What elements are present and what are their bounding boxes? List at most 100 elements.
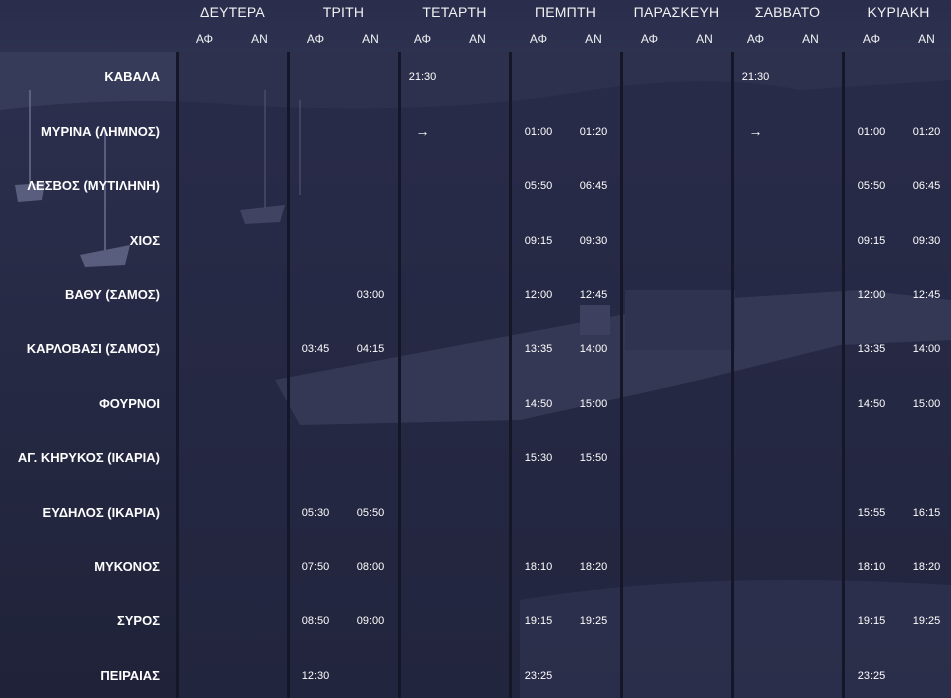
column-separator — [287, 52, 290, 698]
column-day-7 — [845, 52, 951, 698]
arrival-time: 05:50 — [356, 507, 385, 519]
ferry-timetable: ΔΕΥΤΕΡΑ ΤΡΙΤΗ ΤΕΤΑΡΤΗ ΠΕΜΠΤΗ ΠΑΡΑΣΚΕΥΗ Σ… — [0, 0, 951, 698]
departure-time: 12:00 — [857, 289, 886, 301]
departure-time: 07:50 — [301, 561, 330, 573]
departure-time: 14:50 — [857, 398, 886, 410]
departure-time: 14:50 — [524, 398, 553, 410]
departure-header: ΑΦ — [195, 32, 214, 46]
port-name: ΠΕΙΡΑΙΑΣ — [100, 668, 160, 683]
day-header-monday: ΔΕΥΤΕΡΑ — [200, 4, 265, 20]
port-name: ΚΑΒΑΛΑ — [104, 69, 160, 84]
arrival-header: ΑΝ — [696, 32, 713, 46]
arrival-time: 15:00 — [579, 398, 608, 410]
departure-time: 18:10 — [857, 561, 886, 573]
continues-arrow: → — [415, 123, 430, 139]
arrival-time: 06:45 — [912, 180, 941, 192]
arrival-time: 06:45 — [579, 180, 608, 192]
departure-time: 19:15 — [857, 615, 886, 627]
arrival-time: 15:00 — [912, 398, 941, 410]
departure-time: 08:50 — [301, 615, 330, 627]
departure-header: ΑΦ — [640, 32, 659, 46]
departure-time: 05:30 — [301, 507, 330, 519]
arrival-time: 14:00 — [579, 343, 608, 355]
port-name: ΕΥΔΗΛΟΣ (ΙΚΑΡΙΑ) — [42, 505, 160, 520]
departure-time: 01:00 — [524, 126, 553, 138]
arrival-header: ΑΝ — [585, 32, 602, 46]
arrival-time: 19:25 — [579, 615, 608, 627]
column-day-3 — [401, 52, 512, 698]
arrival-time: 03:00 — [356, 289, 385, 301]
arrival-time: 08:00 — [356, 561, 385, 573]
arrival-time: 12:45 — [912, 289, 941, 301]
port-name: ΦΟΥΡΝΟΙ — [99, 396, 160, 411]
arrival-header: ΑΝ — [918, 32, 935, 46]
departure-time: 05:50 — [857, 180, 886, 192]
departure-time: 18:10 — [524, 561, 553, 573]
departure-time: 23:25 — [524, 670, 553, 682]
arrival-header: ΑΝ — [362, 32, 379, 46]
arrival-time: 01:20 — [912, 126, 941, 138]
departure-time: 21:30 — [408, 71, 437, 83]
continues-arrow: → — [748, 123, 763, 139]
port-name: ΣΥΡΟΣ — [116, 613, 160, 628]
departure-time: 23:25 — [857, 670, 886, 682]
column-separator — [176, 52, 179, 698]
arrival-time: 09:00 — [356, 615, 385, 627]
day-header-friday: ΠΑΡΑΣΚΕΥΗ — [633, 4, 720, 20]
departure-header: ΑΦ — [413, 32, 432, 46]
departure-time: 12:00 — [524, 289, 553, 301]
port-name: ΜΥΡΙΝΑ (ΛΗΜΝΟΣ) — [40, 124, 160, 139]
column-day-1 — [179, 52, 290, 698]
departure-header: ΑΦ — [306, 32, 325, 46]
departure-time: 21:30 — [741, 71, 770, 83]
column-separator — [620, 52, 623, 698]
day-header-thursday: ΠΕΜΠΤΗ — [534, 4, 597, 20]
port-name: ΑΓ. ΚΗΡΥΚΟΣ (ΙΚΑΡΙΑ) — [17, 450, 160, 465]
arrival-header: ΑΝ — [251, 32, 268, 46]
port-name: ΒΑΘΥ (ΣΑΜΟΣ) — [64, 287, 160, 302]
arrival-time: 09:30 — [579, 235, 608, 247]
departure-time: 13:35 — [857, 343, 886, 355]
departure-time: 09:15 — [524, 235, 553, 247]
departure-time: 13:35 — [524, 343, 553, 355]
departure-time: 12:30 — [301, 670, 330, 682]
column-day-2 — [290, 52, 401, 698]
day-header-tuesday: ΤΡΙΤΗ — [322, 4, 365, 20]
departure-time: 09:15 — [857, 235, 886, 247]
arrival-time: 18:20 — [579, 561, 608, 573]
port-name: ΛΕΣΒΟΣ (ΜΥΤΙΛΗΝΗ) — [27, 178, 160, 193]
departure-header: ΑΦ — [746, 32, 765, 46]
arrival-time: 15:50 — [579, 452, 608, 464]
arrival-time: 12:45 — [579, 289, 608, 301]
departure-time: 03:45 — [301, 343, 330, 355]
column-separator — [731, 52, 734, 698]
arrival-time: 16:15 — [912, 507, 941, 519]
arrival-header: ΑΝ — [802, 32, 819, 46]
departure-time: 15:30 — [524, 452, 553, 464]
arrival-time: 18:20 — [912, 561, 941, 573]
column-separator — [509, 52, 512, 698]
departure-header: ΑΦ — [862, 32, 881, 46]
day-header-saturday: ΣΑΒΒΑΤΟ — [754, 4, 821, 20]
departure-header: ΑΦ — [529, 32, 548, 46]
port-name: ΜΥΚΟΝΟΣ — [94, 559, 160, 574]
departure-time: 05:50 — [524, 180, 553, 192]
column-day-5 — [623, 52, 734, 698]
arrival-time: 09:30 — [912, 235, 941, 247]
departure-time: 01:00 — [857, 126, 886, 138]
column-separator — [398, 52, 401, 698]
day-header-sunday: ΚΥΡΙΑΚΗ — [867, 4, 930, 20]
arrival-header: ΑΝ — [469, 32, 486, 46]
column-day-4 — [512, 52, 623, 698]
arrival-time: 01:20 — [579, 126, 608, 138]
arrival-time: 14:00 — [912, 343, 941, 355]
arrival-time: 19:25 — [912, 615, 941, 627]
day-header-wednesday: ΤΕΤΑΡΤΗ — [422, 4, 487, 20]
port-name: ΚΑΡΛΟΒΑΣΙ (ΣΑΜΟΣ) — [26, 341, 160, 356]
column-day-6 — [734, 52, 845, 698]
departure-time: 19:15 — [524, 615, 553, 627]
column-separator — [842, 52, 845, 698]
departure-time: 15:55 — [857, 507, 886, 519]
port-name: ΧΙΟΣ — [129, 233, 160, 248]
arrival-time: 04:15 — [356, 343, 385, 355]
